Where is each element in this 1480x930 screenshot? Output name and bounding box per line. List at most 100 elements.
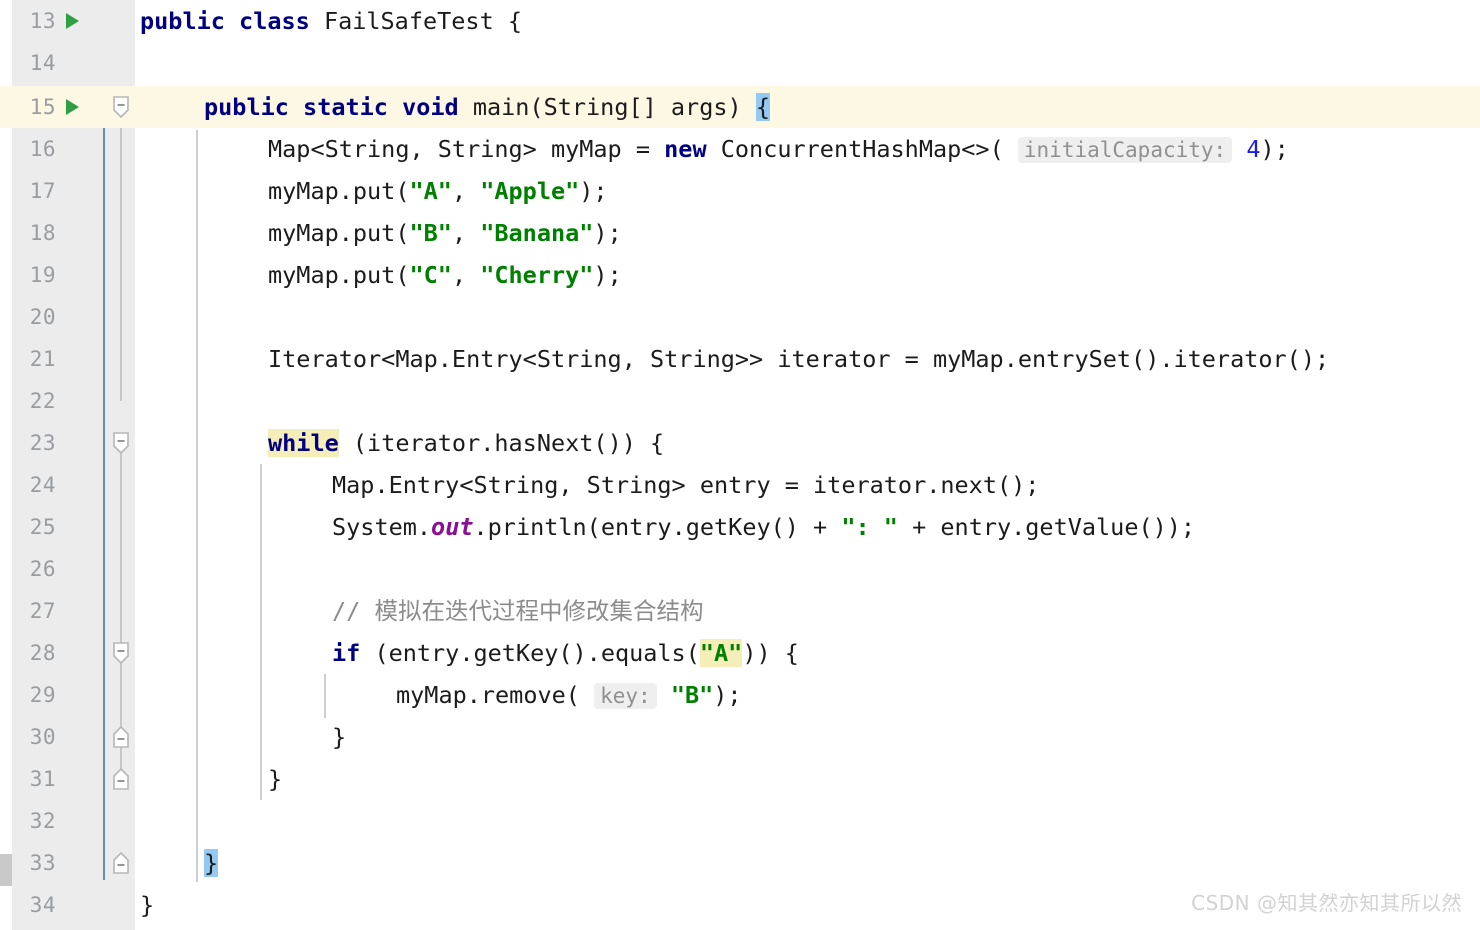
line-number: 18 bbox=[29, 221, 56, 245]
code-token: "C" bbox=[409, 261, 452, 289]
code-token: class bbox=[239, 7, 310, 35]
code-line[interactable]: 22 bbox=[0, 380, 1480, 422]
code-text[interactable] bbox=[134, 800, 268, 842]
code-token: { bbox=[755, 93, 770, 121]
code-text[interactable]: // 模拟在迭代过程中修改集合结构 bbox=[134, 590, 703, 632]
code-token: myMap.put( bbox=[268, 261, 410, 289]
code-token: Iterator<Map.Entry<String, String>> iter… bbox=[268, 345, 1330, 373]
code-token: while bbox=[268, 429, 339, 457]
code-text[interactable]: while (iterator.hasNext()) { bbox=[134, 422, 664, 464]
code-token: Map<String, String> myMap = bbox=[268, 135, 665, 163]
code-text[interactable] bbox=[134, 296, 268, 338]
line-number: 25 bbox=[29, 515, 56, 539]
code-text[interactable]: if (entry.getKey().equals("A")) { bbox=[134, 632, 799, 674]
line-number: 26 bbox=[29, 557, 56, 581]
code-text[interactable]: myMap.put("B", "Banana"); bbox=[134, 212, 622, 254]
code-text[interactable]: } bbox=[134, 842, 219, 884]
code-text[interactable] bbox=[134, 380, 268, 422]
code-line[interactable]: 19 myMap.put("C", "Cherry"); bbox=[0, 254, 1480, 296]
code-line[interactable]: 29 myMap.remove( key: "B"); bbox=[0, 674, 1480, 716]
code-line[interactable]: 30} bbox=[0, 716, 1480, 758]
line-number: 19 bbox=[29, 263, 56, 287]
code-token: new bbox=[664, 135, 707, 163]
code-line[interactable]: 16 Map<String, String> myMap = new Concur… bbox=[0, 128, 1480, 170]
line-number: 27 bbox=[29, 599, 56, 623]
code-text[interactable]: Map.Entry<String, String> entry = iterat… bbox=[134, 464, 1039, 506]
run-arrow-icon[interactable] bbox=[66, 13, 79, 29]
code-line[interactable]: 31} bbox=[0, 758, 1480, 800]
code-text[interactable]: System.out.println(entry.getKey() + ": "… bbox=[134, 506, 1195, 548]
line-number: 33 bbox=[29, 851, 56, 875]
line-number: 14 bbox=[29, 51, 56, 75]
code-token: , bbox=[451, 177, 481, 205]
code-text[interactable]: Map<String, String> myMap = new Concurre… bbox=[134, 128, 1289, 170]
code-text[interactable] bbox=[134, 548, 332, 590]
code-line[interactable]: 13 public class FailSafeTest { bbox=[0, 0, 1480, 42]
code-line[interactable]: 32 bbox=[0, 800, 1480, 842]
code-token: static bbox=[303, 93, 388, 121]
code-token: "B" bbox=[409, 219, 452, 247]
line-number: 16 bbox=[29, 137, 56, 161]
code-text[interactable]: myMap.put("A", "Apple"); bbox=[134, 170, 608, 212]
code-text[interactable]: myMap.remove( key: "B"); bbox=[134, 674, 742, 716]
code-line[interactable]: 33} bbox=[0, 842, 1480, 884]
code-text[interactable]: } bbox=[134, 716, 346, 758]
code-token: main(String[] args) bbox=[458, 93, 756, 121]
code-text[interactable]: myMap.put("C", "Cherry"); bbox=[134, 254, 622, 296]
parameter-hint: key: bbox=[594, 683, 657, 709]
line-number: 17 bbox=[29, 179, 56, 203]
code-text[interactable]: public class FailSafeTest { bbox=[134, 0, 522, 42]
code-token: "Apple" bbox=[480, 177, 580, 205]
code-token: // 模拟在迭代过程中修改集合结构 bbox=[332, 597, 704, 625]
fold-collapse-icon[interactable] bbox=[109, 94, 133, 120]
fold-collapse-icon[interactable] bbox=[109, 430, 133, 456]
code-token: ConcurrentHashMap<>( bbox=[706, 135, 1004, 163]
code-token: ); bbox=[579, 177, 608, 205]
code-text[interactable]: Iterator<Map.Entry<String, String>> iter… bbox=[134, 338, 1329, 380]
line-number: 28 bbox=[29, 641, 56, 665]
code-token: out bbox=[431, 513, 474, 541]
code-line[interactable]: 20 bbox=[0, 296, 1480, 338]
code-token: } bbox=[140, 891, 155, 919]
code-token: (entry.getKey().equals( bbox=[360, 639, 700, 667]
code-token: FailSafeTest { bbox=[309, 7, 523, 35]
line-number: 29 bbox=[29, 683, 56, 707]
code-line[interactable]: 24 Map.Entry<String, String> entry = iter… bbox=[0, 464, 1480, 506]
fold-region-end-icon[interactable] bbox=[109, 724, 133, 750]
code-line[interactable]: 28 if (entry.getKey().equals("A")) { bbox=[0, 632, 1480, 674]
code-token: ); bbox=[593, 261, 622, 289]
code-line[interactable]: 23 while (iterator.hasNext()) { bbox=[0, 422, 1480, 464]
parameter-hint: initialCapacity: bbox=[1017, 137, 1233, 163]
code-line[interactable]: 14 bbox=[0, 42, 1480, 84]
code-token: ); bbox=[1260, 135, 1289, 163]
fold-region-end-icon[interactable] bbox=[109, 766, 133, 792]
fold-collapse-icon[interactable] bbox=[109, 640, 133, 666]
code-editor[interactable]: 13 public class FailSafeTest { 14 15 public … bbox=[0, 0, 1480, 930]
code-text[interactable] bbox=[134, 42, 140, 84]
code-line[interactable]: 25 System.out.println(entry.getKey() + ":… bbox=[0, 506, 1480, 548]
code-line[interactable]: 18 myMap.put("B", "Banana"); bbox=[0, 212, 1480, 254]
code-token: )) { bbox=[742, 639, 799, 667]
line-number: 21 bbox=[29, 347, 56, 371]
line-number: 22 bbox=[29, 389, 56, 413]
code-token: (iterator.hasNext()) { bbox=[338, 429, 665, 457]
code-line[interactable]: 26 bbox=[0, 548, 1480, 590]
code-token: "B" bbox=[670, 681, 714, 709]
code-line[interactable]: 17 myMap.put("A", "Apple"); bbox=[0, 170, 1480, 212]
code-line[interactable]: 27 // 模拟在迭代过程中修改集合结构 bbox=[0, 590, 1480, 632]
code-text[interactable]: public static void main(String[] args) { bbox=[134, 86, 770, 128]
fold-region-end-icon[interactable] bbox=[109, 850, 133, 876]
code-token: ); bbox=[713, 681, 742, 709]
line-number: 32 bbox=[29, 809, 56, 833]
code-line[interactable]: 15 public static void main(String[] args)… bbox=[0, 86, 1480, 128]
code-text[interactable]: } bbox=[134, 758, 282, 800]
code-text[interactable]: } bbox=[134, 884, 154, 926]
code-token: public bbox=[140, 7, 225, 35]
code-token: System. bbox=[332, 513, 432, 541]
run-arrow-icon[interactable] bbox=[66, 99, 79, 115]
code-line[interactable]: 21 Iterator<Map.Entry<String, String>> it… bbox=[0, 338, 1480, 380]
